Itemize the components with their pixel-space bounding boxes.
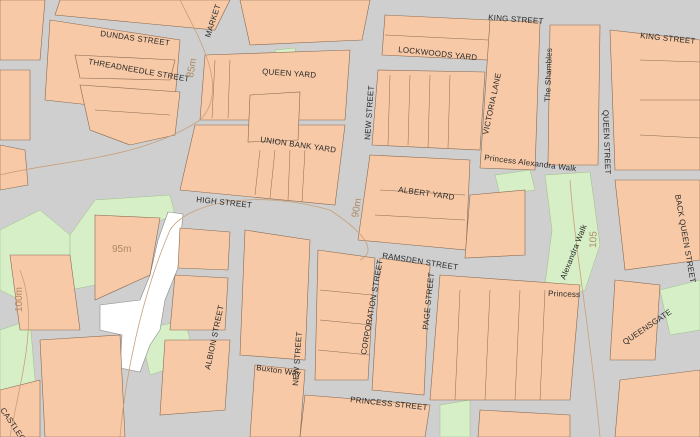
contour-label-100: 100m	[14, 287, 25, 312]
contour-label-105: 105	[588, 231, 600, 248]
contour-label-95: 95m	[112, 244, 131, 255]
map-svg: DUNDAS STREET THREADNEEDLE STREET MARKET…	[0, 0, 700, 437]
label-princess: Princess	[548, 289, 581, 299]
label-the-shambles: The Shambles	[543, 48, 554, 102]
map-canvas[interactable]: DUNDAS STREET THREADNEEDLE STREET MARKET…	[0, 0, 700, 437]
